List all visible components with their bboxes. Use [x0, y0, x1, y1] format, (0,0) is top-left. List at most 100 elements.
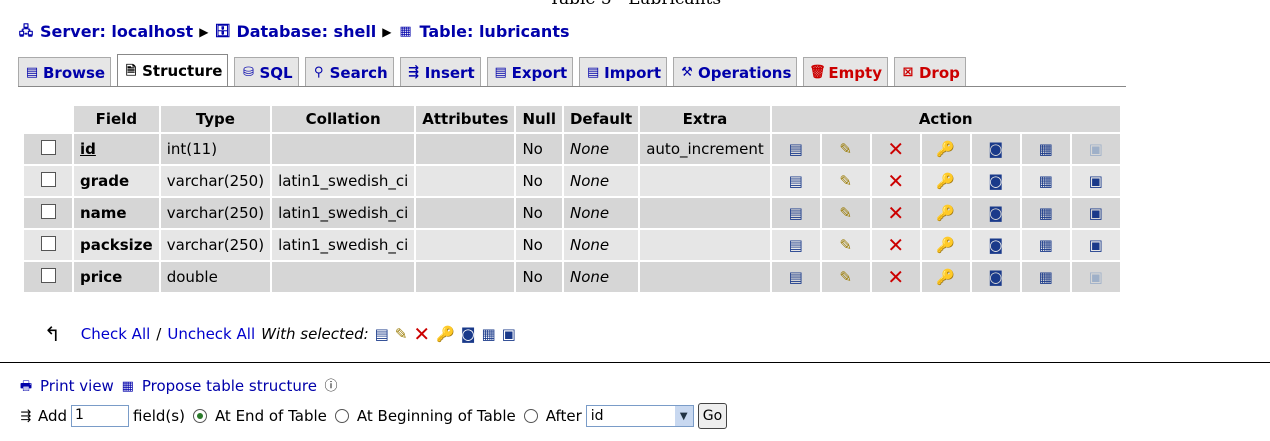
- tab-insert[interactable]: ⇶ Insert: [399, 57, 481, 87]
- drop-action[interactable]: ✕: [871, 262, 920, 292]
- breadcrumb-database[interactable]: Database: shell: [236, 22, 376, 41]
- radio-at-beginning[interactable]: [334, 409, 349, 423]
- radio-after[interactable]: [523, 409, 538, 423]
- table-icon: ▦: [399, 24, 412, 39]
- fulltext-action[interactable]: ▣: [1071, 198, 1120, 228]
- propose-structure-link[interactable]: Propose table structure: [142, 377, 317, 395]
- browse-distinct-action[interactable]: ▤: [771, 230, 820, 260]
- row-checkbox[interactable]: [40, 171, 56, 187]
- chevron-down-icon: ▼: [674, 406, 693, 426]
- field-null: No: [516, 198, 562, 228]
- delete-x-icon: ✕: [887, 201, 905, 225]
- breadcrumb-server[interactable]: Server: localhost: [40, 22, 193, 41]
- primary-action[interactable]: 🔑: [921, 134, 970, 164]
- index-action[interactable]: ▦: [1021, 230, 1070, 260]
- server-icon: 🖧: [18, 24, 34, 39]
- primary-action[interactable]: 🔑: [921, 230, 970, 260]
- insert-icon: ⇶: [20, 408, 32, 424]
- change-action[interactable]: ✎: [821, 230, 870, 260]
- delete-x-icon: ✕: [887, 169, 905, 193]
- field-type: varchar(250): [160, 230, 271, 260]
- with-selected-label: With selected:: [261, 325, 369, 343]
- tab-empty[interactable]: 🗑 Empty: [803, 57, 888, 87]
- uncheck-all-link[interactable]: Uncheck All: [167, 325, 255, 343]
- print-view-link[interactable]: Print view: [40, 377, 114, 395]
- tab-label: Browse: [43, 63, 106, 82]
- pencil-icon: ✎: [839, 140, 852, 158]
- change-action[interactable]: ✎: [821, 166, 870, 196]
- after-label: After: [545, 407, 582, 425]
- check-all-link[interactable]: Check All: [81, 325, 151, 343]
- fulltext-action[interactable]: ▣: [1071, 166, 1120, 196]
- index-action[interactable]: ▦: [1021, 166, 1070, 196]
- field-attributes: [416, 262, 515, 292]
- field-default: None: [563, 166, 639, 196]
- pencil-icon: ✎: [839, 204, 852, 222]
- unique-action[interactable]: ◙: [971, 230, 1020, 260]
- tab-import[interactable]: ▤ Import: [579, 57, 667, 87]
- row-checkbox[interactable]: [40, 235, 56, 251]
- fulltext-icon[interactable]: ▣: [502, 325, 516, 343]
- drop-action[interactable]: ✕: [871, 230, 920, 260]
- index-action[interactable]: ▦: [1021, 134, 1070, 164]
- radio-at-end[interactable]: [192, 409, 207, 423]
- unique-action[interactable]: ◙: [971, 134, 1020, 164]
- change-action[interactable]: ✎: [821, 262, 870, 292]
- browse-distinct-action[interactable]: ▤: [771, 198, 820, 228]
- index-icon: ▦: [1038, 204, 1053, 222]
- index-icon[interactable]: ▦: [481, 325, 495, 343]
- unique-action[interactable]: ◙: [971, 166, 1020, 196]
- primary-action[interactable]: 🔑: [921, 262, 970, 292]
- change-action[interactable]: ✎: [821, 134, 870, 164]
- index-action[interactable]: ▦: [1021, 262, 1070, 292]
- fulltext-icon: ▣: [1088, 236, 1103, 254]
- tab-sql[interactable]: ⛁ SQL: [234, 57, 299, 87]
- field-attributes: [416, 166, 515, 196]
- field-null: No: [516, 230, 562, 260]
- row-checkbox-cell: [24, 262, 72, 292]
- after-field-select[interactable]: id ▼: [585, 405, 694, 427]
- add-count-input[interactable]: 1: [71, 405, 130, 427]
- unique-icon[interactable]: ◙: [461, 325, 476, 343]
- drop-action[interactable]: ✕: [871, 166, 920, 196]
- browse-icon[interactable]: ▤: [375, 325, 389, 343]
- tab-structure[interactable]: 🗎 Structure: [117, 54, 229, 87]
- delete-x-icon[interactable]: ✕: [413, 322, 430, 346]
- bulk-actions: ↰ Check All / Uncheck All With selected:…: [44, 322, 516, 346]
- index-action[interactable]: ▦: [1021, 198, 1070, 228]
- table-row: id int(11) No None auto_increment ▤ ✎ ✕ …: [24, 134, 1120, 164]
- row-checkbox[interactable]: [40, 267, 56, 283]
- browse-distinct-action[interactable]: ▤: [771, 166, 820, 196]
- at-end-label: At End of Table: [214, 407, 327, 425]
- row-checkbox-cell: [24, 166, 72, 196]
- tab-drop[interactable]: ⊠ Drop: [893, 57, 966, 87]
- unique-action[interactable]: ◙: [971, 262, 1020, 292]
- tab-export[interactable]: ▤ Export: [486, 57, 574, 87]
- insert-icon: ⇶: [408, 65, 420, 80]
- change-action[interactable]: ✎: [821, 198, 870, 228]
- tab-browse[interactable]: ▤ Browse: [18, 57, 112, 87]
- drop-action[interactable]: ✕: [871, 134, 920, 164]
- field-name[interactable]: id: [74, 134, 159, 164]
- go-button[interactable]: Go: [697, 403, 728, 429]
- tab-search[interactable]: ⚲ Search: [304, 57, 394, 87]
- row-checkbox[interactable]: [40, 139, 56, 155]
- unique-icon: ◙: [988, 140, 1003, 158]
- add-field-form: ⇶ Add 1 field(s) At End of Table At Begi…: [18, 403, 728, 429]
- primary-action[interactable]: 🔑: [921, 166, 970, 196]
- row-checkbox[interactable]: [40, 203, 56, 219]
- field-extra: [640, 198, 770, 228]
- row-checkbox-cell: [24, 134, 72, 164]
- unique-action[interactable]: ◙: [971, 198, 1020, 228]
- breadcrumb-table[interactable]: Table: lubricants: [420, 22, 570, 41]
- pencil-icon[interactable]: ✎: [395, 325, 408, 343]
- drop-action[interactable]: ✕: [871, 198, 920, 228]
- primary-action[interactable]: 🔑: [921, 198, 970, 228]
- tab-operations[interactable]: ⚒ Operations: [673, 57, 798, 87]
- propose-structure-icon: ▦: [121, 378, 134, 394]
- primary-key-icon[interactable]: 🔑: [436, 325, 455, 343]
- browse-distinct-action[interactable]: ▤: [771, 262, 820, 292]
- fulltext-action[interactable]: ▣: [1071, 230, 1120, 260]
- help-icon[interactable]: ⓘ: [323, 378, 339, 394]
- browse-distinct-action[interactable]: ▤: [771, 134, 820, 164]
